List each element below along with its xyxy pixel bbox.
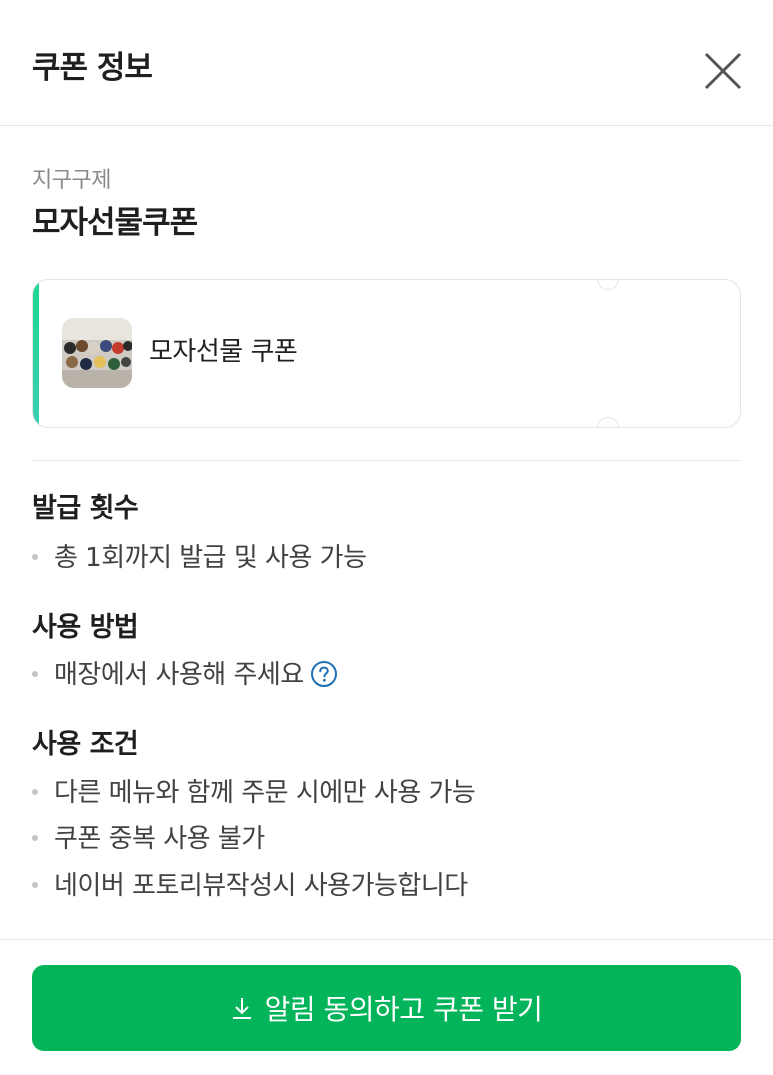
bullet-dot <box>32 670 38 677</box>
ticket-notch-bottom <box>597 417 619 427</box>
ticket-label: 모자선물 쿠폰 <box>149 337 298 367</box>
list-item: 네이버 포토리뷰작성시 사용가능합니다 <box>32 868 468 904</box>
condition-text: 다른 메뉴와 함께 주문 시에만 사용 가능 <box>54 778 476 808</box>
bullet-dot <box>32 834 38 841</box>
get-coupon-label: 알림 동의하고 쿠폰 받기 <box>264 993 543 1026</box>
bullet-dot <box>32 881 38 888</box>
usage-method-heading: 사용 방법 <box>32 612 139 643</box>
section-divider <box>32 460 741 461</box>
condition-text: 쿠폰 중복 사용 불가 <box>54 824 265 854</box>
bullet-dot <box>32 553 38 560</box>
download-icon <box>232 998 251 1019</box>
footer-divider <box>0 939 773 940</box>
issue-count-text: 총 1회까지 발급 및 사용 가능 <box>54 543 367 573</box>
usage-method-text: 매장에서 사용해 주세요 <box>54 660 304 690</box>
coupon-title: 모자선물쿠폰 <box>32 205 198 241</box>
coupon-ticket: 모자선물 쿠폰 <box>32 279 741 428</box>
list-item: 쿠폰 중복 사용 불가 <box>32 821 265 857</box>
condition-text: 네이버 포토리뷰작성시 사용가능합니다 <box>54 871 468 901</box>
page-title: 쿠폰 정보 <box>32 50 153 86</box>
help-button[interactable] <box>310 660 338 688</box>
get-coupon-button[interactable]: 알림 동의하고 쿠폰 받기 <box>32 965 741 1051</box>
close-icon <box>704 52 742 90</box>
list-item: 총 1회까지 발급 및 사용 가능 <box>32 540 367 576</box>
coupon-thumbnail <box>62 318 132 388</box>
question-circle-icon <box>310 660 337 687</box>
list-item: 다른 메뉴와 함께 주문 시에만 사용 가능 <box>32 775 476 811</box>
bullet-dot <box>32 788 38 795</box>
header: 쿠폰 정보 <box>0 0 773 126</box>
issue-count-heading: 발급 횟수 <box>32 493 139 524</box>
list-item: 매장에서 사용해 주세요 <box>32 657 338 693</box>
brand-name: 지구구제 <box>32 168 111 193</box>
close-button[interactable] <box>700 48 746 94</box>
ticket-accent-bar <box>33 280 39 427</box>
ticket-notch-top <box>597 280 619 290</box>
usage-conditions-heading: 사용 조건 <box>32 729 139 760</box>
